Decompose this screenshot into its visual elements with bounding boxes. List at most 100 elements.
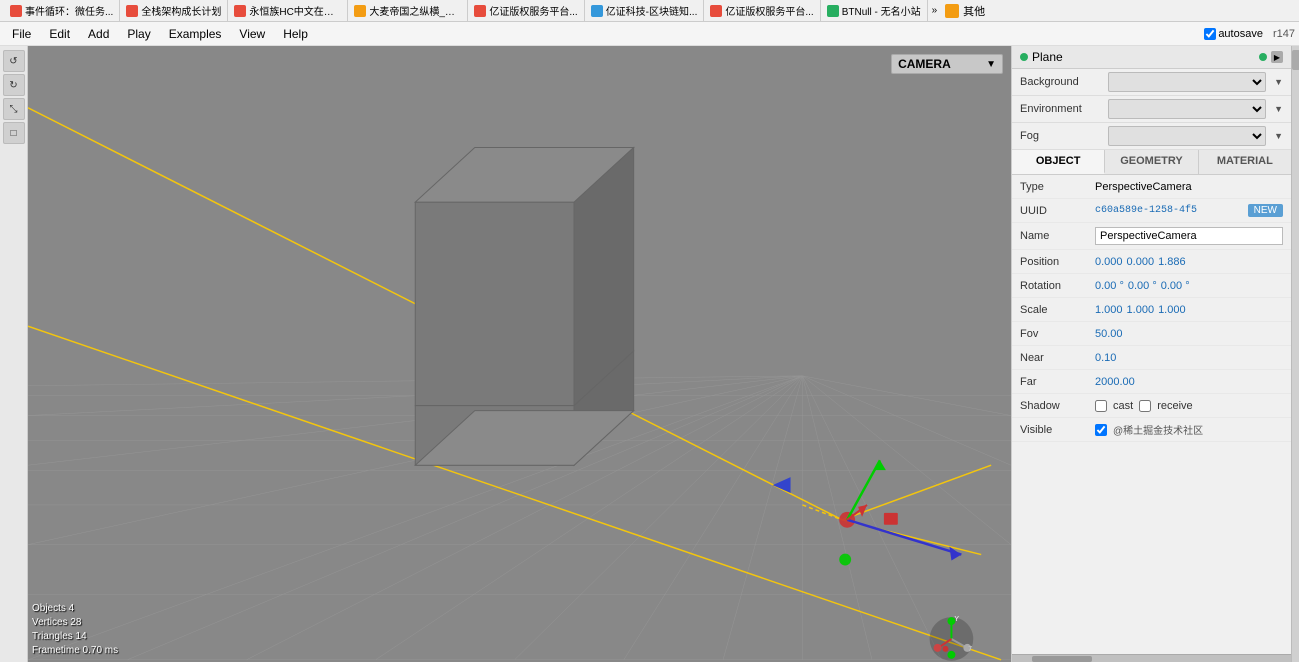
scale-label: Scale xyxy=(1020,304,1095,316)
shadow-receive-checkbox[interactable] xyxy=(1139,400,1151,412)
toolbar-rotate-right[interactable]: ↻ xyxy=(3,74,25,96)
tab-label-2: 永恒族HC中文在线... xyxy=(249,3,341,18)
rotation-label: Rotation xyxy=(1020,280,1095,292)
tab-label-4: 亿证版权服务平台... xyxy=(489,3,577,18)
scale-y[interactable]: 1.000 xyxy=(1127,304,1155,316)
browser-tab-2[interactable]: 永恒族HC中文在线... xyxy=(228,0,348,21)
menu-play[interactable]: Play xyxy=(119,25,158,43)
menu-view[interactable]: View xyxy=(231,25,273,43)
panel-collapse-button[interactable]: ▶ xyxy=(1271,51,1283,63)
tab-object[interactable]: OBJECT xyxy=(1012,150,1105,174)
rotation-y[interactable]: 0.00 ° xyxy=(1128,280,1157,292)
fov-label: Fov xyxy=(1020,328,1095,340)
shadow-label: Shadow xyxy=(1020,400,1095,412)
prop-rotation: Rotation 0.00 ° 0.00 ° 0.00 ° xyxy=(1012,274,1291,298)
name-input[interactable] xyxy=(1095,227,1283,245)
browser-tab-0[interactable]: 事件循环：微任务... xyxy=(4,0,120,21)
camera-dropdown-arrow: ▼ xyxy=(986,59,996,70)
position-label: Position xyxy=(1020,256,1095,268)
svg-text:Y: Y xyxy=(954,616,959,623)
tab-label-0: 事件循环：微任务... xyxy=(25,3,113,18)
other-folder-icon xyxy=(945,4,959,18)
rotation-x[interactable]: 0.00 ° xyxy=(1095,280,1124,292)
viewport[interactable]: Y 7 CAMERA Perspective Top Front xyxy=(28,46,1011,662)
uuid-label: UUID xyxy=(1020,205,1095,217)
background-select[interactable] xyxy=(1108,72,1266,92)
fog-select[interactable] xyxy=(1108,126,1266,146)
visible-row: @稀土掘金技术社区 xyxy=(1095,422,1203,437)
menu-bar: File Edit Add Play Examples View Help au… xyxy=(0,22,1299,46)
new-button[interactable]: NEW xyxy=(1248,204,1283,217)
environment-select[interactable] xyxy=(1108,99,1266,119)
position-x[interactable]: 0.000 xyxy=(1095,256,1123,268)
visible-checkbox[interactable] xyxy=(1095,424,1107,436)
prop-position: Position 0.000 0.000 1.886 xyxy=(1012,250,1291,274)
prop-fov: Fov 50.00 xyxy=(1012,322,1291,346)
toolbar-square[interactable]: □ xyxy=(3,122,25,144)
fog-row: Fog ▼ xyxy=(1012,123,1291,150)
background-dropdown-arrow: ▼ xyxy=(1274,77,1283,87)
type-label: Type xyxy=(1020,181,1095,193)
other-label: 其他 xyxy=(963,3,985,19)
position-z[interactable]: 1.886 xyxy=(1158,256,1186,268)
menu-file[interactable]: File xyxy=(4,25,39,43)
far-value[interactable]: 2000.00 xyxy=(1095,376,1283,388)
browser-tab-3[interactable]: 大麦帝国之纵横_第... xyxy=(348,0,468,21)
name-label: Name xyxy=(1020,230,1095,242)
toolbar-rotate-left[interactable]: ↺ xyxy=(3,50,25,72)
browser-tab-4[interactable]: 亿证版权服务平台... xyxy=(468,0,584,21)
browser-tab-1[interactable]: 全栈架构成长计划 xyxy=(120,0,228,21)
tab-material[interactable]: MATERIAL xyxy=(1199,150,1291,174)
prop-uuid: UUID c60a589e-1258-4f5 NEW xyxy=(1012,199,1291,223)
position-y[interactable]: 0.000 xyxy=(1127,256,1155,268)
uuid-value: c60a589e-1258-4f5 xyxy=(1095,205,1244,216)
browser-tab-bar: 事件循环：微任务... 全栈架构成长计划 永恒族HC中文在线... 大麦帝国之纵… xyxy=(0,0,1299,22)
fov-value[interactable]: 50.00 xyxy=(1095,328,1283,340)
camera-select[interactable]: CAMERA Perspective Top Front Side xyxy=(898,57,982,71)
shadow-checkboxes: cast receive xyxy=(1095,400,1193,412)
environment-row: Environment ▼ xyxy=(1012,96,1291,123)
menu-examples[interactable]: Examples xyxy=(161,25,230,43)
type-value: PerspectiveCamera xyxy=(1095,181,1283,193)
menu-help[interactable]: Help xyxy=(275,25,316,43)
tab-geometry[interactable]: GEOMETRY xyxy=(1105,150,1198,174)
rotation-z[interactable]: 0.00 ° xyxy=(1161,280,1190,292)
prop-far: Far 2000.00 xyxy=(1012,370,1291,394)
menu-add[interactable]: Add xyxy=(80,25,117,43)
scrollbar-thumb-vertical[interactable] xyxy=(1292,50,1299,70)
scale-z[interactable]: 1.000 xyxy=(1158,304,1186,316)
scrollbar-thumb[interactable] xyxy=(1032,656,1092,662)
near-value[interactable]: 0.10 xyxy=(1095,352,1283,364)
menu-edit[interactable]: Edit xyxy=(41,25,78,43)
tab-label-7: BTNull - 无名小站 xyxy=(842,3,921,18)
plane-header: Plane ▶ xyxy=(1012,46,1291,69)
browser-tab-5[interactable]: 亿证科技-区块链知... xyxy=(585,0,705,21)
environment-label: Environment xyxy=(1020,103,1100,115)
shadow-cast-checkbox[interactable] xyxy=(1095,400,1107,412)
stat-objects: Objects 4 xyxy=(32,602,118,616)
right-panel: Plane ▶ Background ▼ Environment ▼ Fog xyxy=(1011,46,1291,662)
tab-icon-5 xyxy=(591,5,603,17)
toolbar-expand[interactable]: ⤡ xyxy=(3,98,25,120)
tab-label-3: 大麦帝国之纵横_第... xyxy=(369,3,461,18)
position-values: 0.000 0.000 1.886 xyxy=(1095,256,1283,268)
scene-svg: Y 7 xyxy=(28,46,1011,662)
tab-icon-0 xyxy=(10,5,22,17)
right-scrollbar[interactable] xyxy=(1291,46,1299,662)
horizontal-scrollbar[interactable] xyxy=(1012,654,1291,662)
stat-frametime: Frametime 0.70 ms xyxy=(32,644,118,658)
tab-icon-6 xyxy=(710,5,722,17)
browser-tab-7[interactable]: BTNull - 无名小站 xyxy=(821,0,928,21)
browser-tab-6[interactable]: 亿证版权服务平台... xyxy=(704,0,820,21)
scale-x[interactable]: 1.000 xyxy=(1095,304,1123,316)
fog-dropdown-arrow: ▼ xyxy=(1274,131,1283,141)
stats-overlay: Objects 4 Vertices 28 Triangles 14 Frame… xyxy=(32,602,118,658)
tabs-more-button[interactable]: » xyxy=(928,3,942,18)
autosave-label: autosave xyxy=(1218,28,1263,40)
background-label: Background xyxy=(1020,76,1100,88)
tab-icon-2 xyxy=(234,5,246,17)
camera-dropdown[interactable]: CAMERA Perspective Top Front Side ▼ xyxy=(891,54,1003,74)
autosave-checkbox[interactable] xyxy=(1204,28,1216,40)
background-value xyxy=(1108,72,1266,92)
background-row: Background ▼ xyxy=(1012,69,1291,96)
